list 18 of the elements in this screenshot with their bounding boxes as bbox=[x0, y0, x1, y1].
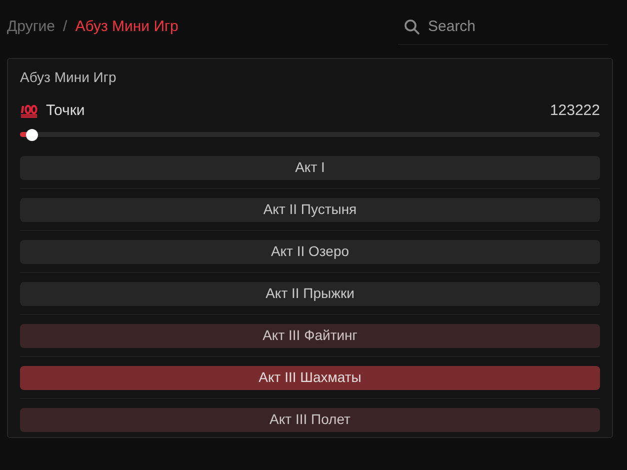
search-field[interactable]: Search bbox=[428, 16, 588, 38]
action-button[interactable]: Акт III Файтинг bbox=[20, 324, 600, 348]
action-button[interactable]: Акт II Пустыня bbox=[20, 198, 600, 222]
search-icon bbox=[404, 19, 420, 35]
slider-reading: 123222 bbox=[550, 101, 600, 121]
action-button[interactable]: Акт III Полет bbox=[20, 408, 600, 432]
slider-label: Точки bbox=[46, 101, 85, 121]
slider[interactable] bbox=[20, 128, 600, 140]
action-button[interactable]: Акт I bbox=[20, 156, 600, 180]
breadcrumb-link[interactable]: Другие bbox=[7, 16, 56, 39]
hundred-points-icon bbox=[20, 104, 38, 118]
panel-title: Абуз Мини Игр bbox=[20, 68, 118, 87]
action-button[interactable]: Акт III Шахматы bbox=[20, 366, 600, 390]
slider-thumb[interactable] bbox=[26, 128, 38, 140]
breadcrumb-separator: / bbox=[63, 17, 68, 38]
action-button[interactable]: Акт II Прыжки bbox=[20, 282, 600, 306]
action-button[interactable]: Акт II Озеро bbox=[20, 240, 600, 264]
breadcrumb-link[interactable]: Абуз Мини Игр bbox=[75, 16, 178, 39]
